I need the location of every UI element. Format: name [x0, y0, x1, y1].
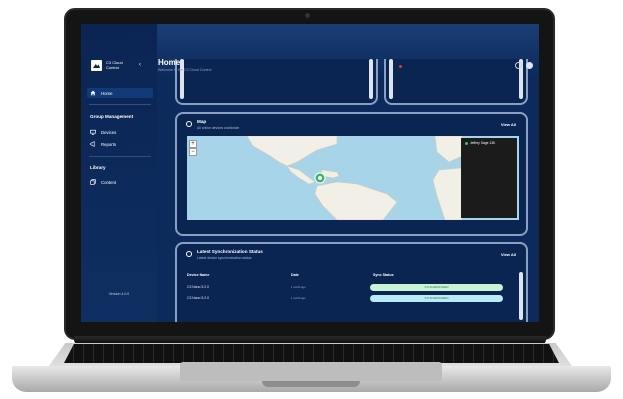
page-subtitle: Welcome to the C3 Cloud Control [158, 68, 212, 72]
sidebar-divider [89, 156, 151, 157]
refresh-icon[interactable] [186, 251, 192, 257]
summary-card [384, 59, 528, 105]
sync-view-all-link[interactable]: View All [501, 252, 516, 257]
column-header-date: Date [291, 273, 299, 277]
sidebar-item-home[interactable]: Home [87, 88, 153, 98]
scrollbar[interactable] [519, 272, 523, 320]
sidebar: C3 Cloud Control ‹ Home Group Management… [81, 24, 157, 322]
sync-date: 1 month ago [291, 286, 306, 289]
copy-icon [90, 179, 96, 185]
section-library: Library [90, 165, 106, 170]
laptop-trackpad [180, 362, 442, 381]
sidebar-item-label: Home [101, 90, 113, 96]
status-badge: SYNCHRONIZED [370, 284, 503, 291]
sidebar-divider [89, 104, 151, 105]
brand-logo-icon [91, 60, 102, 71]
map-view-all-link[interactable]: View All [501, 122, 516, 127]
brand[interactable]: C3 Cloud Control [91, 60, 128, 71]
home-icon [90, 90, 96, 96]
map-card-subtitle: All online devices worldwide [197, 126, 240, 130]
page-title: Home [158, 58, 181, 67]
device-list-panel: Jeffrey Sage 136 [461, 138, 517, 218]
summary-card [175, 59, 378, 105]
sidebar-item-content[interactable]: Content [87, 177, 153, 187]
refresh-icon[interactable] [186, 121, 192, 127]
sync-status-card: Latest Synchronization Status Latest dev… [175, 242, 528, 322]
laptop-hinge [74, 336, 546, 344]
sync-card-subtitle: Latest device synchronization status [197, 256, 252, 260]
laptop-notch [262, 381, 360, 387]
avatar[interactable] [526, 62, 533, 69]
device-legend-item[interactable]: Jeffrey Sage 136 [465, 141, 495, 145]
device-name: C3 Nano 5.2.0 [187, 285, 209, 289]
monitor-icon [90, 129, 96, 135]
scrollbar[interactable] [369, 59, 373, 99]
brand-name: C3 Cloud Control [106, 60, 123, 70]
sidebar-item-label: Content [101, 179, 117, 185]
online-status-icon [465, 141, 468, 145]
alert-dot-icon [399, 65, 402, 68]
sync-date: 1 month ago [291, 297, 306, 300]
webcam [305, 13, 310, 18]
device-legend-label: Jeffrey Sage 136 [470, 141, 495, 145]
column-header-device: Device Name [187, 273, 210, 277]
scrollbar[interactable] [389, 59, 393, 99]
sync-card-title: Latest Synchronization Status [197, 249, 263, 254]
sidebar-item-devices[interactable]: Devices [87, 127, 153, 137]
zoom-in-button[interactable]: + [189, 140, 197, 148]
device-name: C3 Nano 5.2.0 [187, 296, 209, 300]
sidebar-item-reports[interactable]: Reports [87, 139, 153, 149]
world-map[interactable]: + − Jeffrey Sage 136 [187, 136, 519, 220]
app-version: Version 4.0.0 [108, 292, 130, 296]
main-content: Home Welcome to the C3 Cloud Control Map… [157, 24, 539, 322]
settings-icon[interactable] [515, 62, 522, 69]
column-header-status: Sync Status [373, 273, 394, 277]
status-badge: SYNCHRONIZED [370, 295, 503, 302]
sidebar-item-label: Devices [101, 129, 117, 135]
app-screen: C3 Cloud Control ‹ Home Group Management… [81, 24, 539, 322]
sidebar-item-label: Reports [101, 141, 117, 147]
laptop-keyboard [64, 344, 559, 363]
megaphone-icon [90, 141, 95, 147]
map-card-title: Map [197, 119, 207, 124]
map-card: Map All online devices worldwide View Al… [175, 112, 528, 236]
zoom-out-button[interactable]: − [189, 148, 197, 156]
section-group-management: Group Management [90, 114, 134, 119]
collapse-sidebar-icon[interactable]: ‹ [139, 62, 141, 68]
scrollbar[interactable] [180, 59, 184, 99]
